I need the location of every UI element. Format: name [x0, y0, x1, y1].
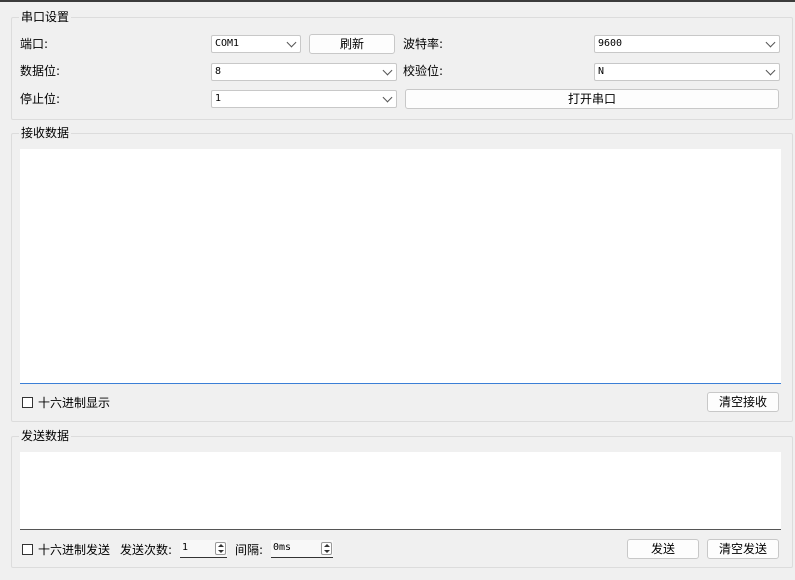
send-count-label: 发送次数:: [120, 543, 173, 557]
chevron-down-icon: [382, 92, 393, 103]
interval-label: 间隔:: [235, 543, 264, 557]
receive-title: 接收数据: [19, 125, 72, 141]
hex-display-label: 十六进制显示: [38, 396, 111, 410]
window-top-border: [0, 0, 795, 2]
send-count-value: 1: [182, 542, 189, 553]
databits-select[interactable]: 8: [211, 63, 397, 81]
serial-settings-title: 串口设置: [19, 9, 72, 25]
clear-receive-button[interactable]: 清空接收: [707, 392, 779, 412]
databits-label: 数据位:: [20, 64, 61, 78]
refresh-button[interactable]: 刷新: [309, 34, 395, 54]
clear-send-button[interactable]: 清空发送: [707, 539, 779, 559]
send-button[interactable]: 发送: [627, 539, 699, 559]
port-label: 端口:: [20, 37, 49, 51]
stopbits-select[interactable]: 1: [211, 90, 397, 108]
parity-select[interactable]: N: [594, 63, 780, 81]
port-select[interactable]: COM1: [211, 35, 301, 53]
baud-select[interactable]: 9600: [594, 35, 780, 53]
spin-arrows-icon[interactable]: [321, 542, 332, 555]
hex-send-checkbox[interactable]: [22, 544, 33, 555]
chevron-down-icon: [382, 65, 393, 76]
parity-select-value: N: [598, 66, 605, 77]
baud-select-value: 9600: [598, 38, 623, 49]
send-textarea[interactable]: [20, 452, 781, 530]
open-port-button[interactable]: 打开串口: [405, 89, 779, 109]
interval-value: 0ms: [273, 542, 292, 553]
interval-spinbox[interactable]: 0ms: [271, 540, 333, 558]
baud-label: 波特率:: [403, 37, 444, 51]
chevron-down-icon: [765, 65, 776, 76]
spin-arrows-icon[interactable]: [215, 542, 226, 555]
hex-display-checkbox[interactable]: [22, 397, 33, 408]
hex-send-label: 十六进制发送: [38, 543, 111, 557]
stopbits-select-value: 1: [215, 93, 222, 104]
stopbits-label: 停止位:: [20, 92, 61, 106]
chevron-down-icon: [286, 37, 297, 48]
send-title: 发送数据: [19, 428, 72, 444]
port-select-value: COM1: [215, 38, 240, 49]
receive-textarea[interactable]: [20, 149, 781, 384]
chevron-down-icon: [765, 37, 776, 48]
send-count-spinbox[interactable]: 1: [180, 540, 227, 558]
parity-label: 校验位:: [403, 64, 444, 78]
databits-select-value: 8: [215, 66, 222, 77]
